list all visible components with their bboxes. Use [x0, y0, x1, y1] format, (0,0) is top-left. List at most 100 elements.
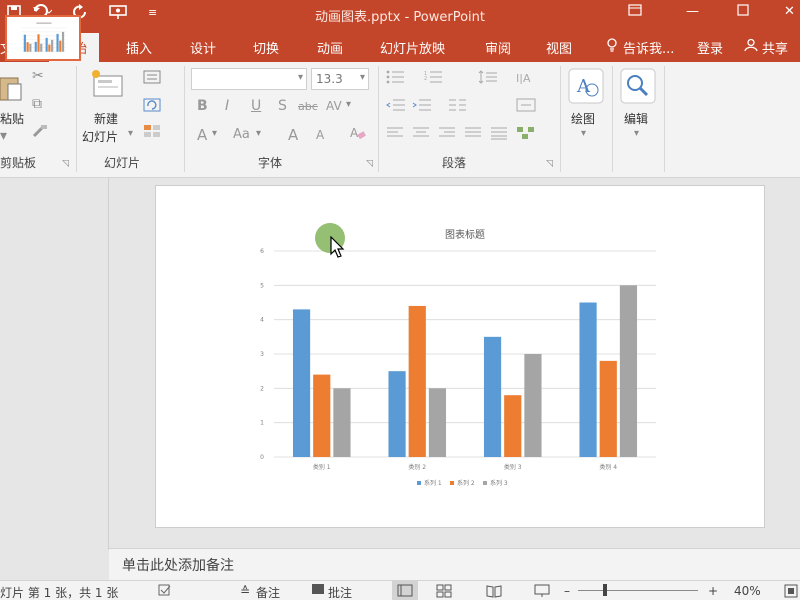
normal-view-button[interactable]: [392, 581, 418, 600]
clear-formatting-icon[interactable]: A: [350, 126, 366, 144]
x-tick-label: 类别 2: [408, 463, 426, 471]
share-user-icon[interactable]: [744, 38, 758, 56]
paste-icon[interactable]: [0, 74, 22, 108]
maximize-icon[interactable]: [737, 4, 749, 20]
editing-icon[interactable]: [620, 68, 656, 110]
y-tick-label: 6: [260, 248, 264, 255]
notes-pane[interactable]: 单击此处添加备注: [109, 548, 800, 580]
font-launcher-icon[interactable]: ◹: [366, 159, 373, 169]
section-icon[interactable]: [143, 124, 161, 142]
chart-bar: [483, 336, 502, 457]
layout-icon[interactable]: [143, 70, 161, 88]
fit-to-window-icon[interactable]: [784, 584, 798, 600]
tab-design[interactable]: 设计: [190, 38, 216, 57]
align-text-icon[interactable]: [516, 98, 536, 116]
font-name-dropdown-icon[interactable]: ▾: [298, 72, 303, 83]
font-name-combo[interactable]: ▾: [191, 68, 307, 90]
distributed-icon[interactable]: [490, 126, 508, 144]
close-icon[interactable]: ✕: [784, 4, 795, 19]
tab-insert[interactable]: 插入: [126, 38, 152, 57]
svg-text:A: A: [350, 126, 359, 140]
zoom-slider-thumb[interactable]: [603, 584, 607, 596]
paragraph-launcher-icon[interactable]: ◹: [546, 159, 553, 169]
chart[interactable]: 0 1 2 3 4 5 6 类别 1 类别 2 类别 3 类别 4 图表标题系列 1 系列 2 系列 3: [156, 186, 766, 529]
cut-icon[interactable]: ✂: [32, 68, 44, 84]
line-spacing-icon[interactable]: [478, 70, 498, 88]
shadow-button[interactable]: S: [278, 98, 287, 114]
tab-transitions[interactable]: 切换: [253, 38, 279, 57]
new-slide-dropdown-icon[interactable]: ▾: [128, 128, 133, 139]
zoom-slider[interactable]: [578, 590, 698, 591]
comments-button[interactable]: 批注: [328, 584, 352, 600]
minimize-icon[interactable]: —: [686, 4, 699, 19]
numbering-icon[interactable]: 12: [424, 70, 444, 88]
paste-button[interactable]: 粘贴: [0, 110, 24, 127]
bullets-icon[interactable]: [386, 70, 406, 88]
drawing-dropdown-icon[interactable]: ▾: [581, 128, 586, 139]
comments-icon[interactable]: [312, 584, 324, 599]
chart-bar: [428, 388, 447, 457]
sign-in-link[interactable]: 登录: [697, 38, 723, 57]
new-slide-label[interactable]: 新建: [94, 110, 118, 127]
legend-label: 系列 3: [490, 479, 508, 487]
ribbon-display-icon[interactable]: [628, 4, 642, 20]
mouse-cursor-icon: [330, 236, 345, 258]
shrink-font-button[interactable]: A: [316, 128, 324, 142]
font-size-dropdown-icon[interactable]: ▾: [360, 72, 365, 83]
grow-font-button[interactable]: A: [288, 126, 298, 144]
new-slide-label-2[interactable]: 幻灯片: [82, 128, 118, 145]
increase-indent-icon[interactable]: [412, 98, 432, 116]
format-painter-icon[interactable]: [32, 124, 48, 142]
char-spacing-button[interactable]: AV: [326, 99, 342, 113]
strikethrough-button[interactable]: abc: [298, 100, 318, 113]
tab-review[interactable]: 审阅: [485, 38, 511, 57]
underline-button[interactable]: U: [251, 98, 261, 114]
zoom-out-button[interactable]: –: [564, 584, 570, 598]
paragraph-group-label: 段落: [442, 156, 467, 170]
align-center-icon[interactable]: [412, 126, 430, 144]
tab-animations[interactable]: 动画: [317, 38, 343, 57]
zoom-level[interactable]: 40%: [734, 584, 761, 598]
lightbulb-icon: [606, 38, 618, 56]
notes-icon[interactable]: ≙: [240, 584, 250, 598]
notes-placeholder[interactable]: 单击此处添加备注: [122, 555, 234, 575]
tab-view[interactable]: 视图: [546, 38, 572, 57]
slide-thumbnail-1[interactable]: [5, 15, 81, 61]
drawing-icon[interactable]: A: [568, 68, 604, 110]
align-left-icon[interactable]: [386, 126, 404, 144]
columns-icon[interactable]: [448, 98, 468, 116]
bold-button[interactable]: B: [197, 98, 208, 114]
italic-button[interactable]: I: [225, 98, 229, 114]
proofing-icon[interactable]: [158, 584, 172, 599]
decrease-indent-icon[interactable]: [386, 98, 406, 116]
change-case-dropdown-icon[interactable]: ▾: [256, 128, 261, 139]
copy-icon[interactable]: ⧉: [32, 96, 42, 112]
share-button[interactable]: 共享: [762, 38, 788, 57]
reading-view-icon[interactable]: [486, 584, 502, 600]
align-right-icon[interactable]: [438, 126, 456, 144]
smartart-icon[interactable]: [516, 126, 536, 144]
slide-canvas[interactable]: 0 1 2 3 4 5 6 类别 1 类别 2 类别 3 类别 4 图表标题 系列 1 系列 2 系列 3: [155, 185, 765, 528]
tab-slideshow[interactable]: 幻灯片放映: [380, 38, 445, 57]
notes-toggle-button[interactable]: 备注: [256, 584, 280, 600]
slideshow-view-icon[interactable]: [534, 584, 550, 600]
legend-label: 系列 2: [457, 479, 475, 487]
tell-me-search[interactable]: 告诉我...: [623, 38, 674, 57]
drawing-button[interactable]: 绘图: [571, 110, 595, 127]
chart-bar: [29, 43, 32, 52]
paste-dropdown-icon[interactable]: ▾: [0, 128, 7, 144]
char-spacing-dropdown-icon[interactable]: ▾: [346, 99, 351, 110]
zoom-in-button[interactable]: +: [708, 584, 718, 598]
change-case-button[interactable]: Aa: [233, 127, 250, 142]
editing-dropdown-icon[interactable]: ▾: [634, 128, 639, 139]
editing-button[interactable]: 编辑: [624, 110, 648, 127]
font-color-dropdown-icon[interactable]: ▾: [212, 128, 217, 139]
text-direction-icon[interactable]: I|A: [516, 70, 536, 88]
font-size-combo[interactable]: 13.3 ▾: [311, 68, 369, 90]
slide-sorter-view-icon[interactable]: [436, 584, 452, 600]
justify-icon[interactable]: [464, 126, 482, 144]
font-color-button[interactable]: A: [197, 126, 207, 144]
new-slide-icon[interactable]: [90, 68, 124, 104]
clipboard-launcher-icon[interactable]: ◹: [62, 159, 69, 169]
reset-icon[interactable]: [143, 98, 161, 116]
